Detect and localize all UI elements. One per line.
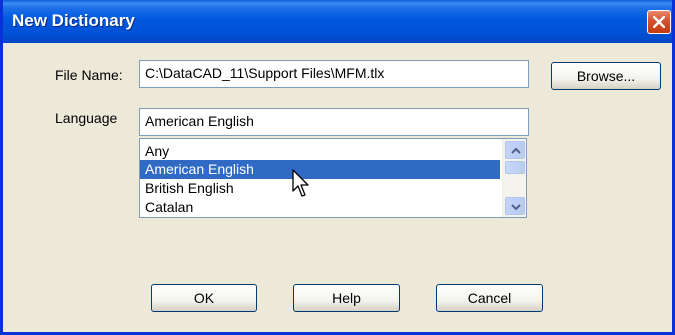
language-list[interactable]: Any American English British English Cat… <box>139 138 527 218</box>
list-item[interactable]: Any <box>140 142 500 161</box>
title-bar[interactable]: New Dictionary <box>3 0 672 43</box>
list-item[interactable]: British English <box>140 179 500 198</box>
close-icon <box>653 16 665 28</box>
cancel-button[interactable]: Cancel <box>436 284 543 312</box>
scroll-thumb[interactable] <box>505 161 525 174</box>
ok-button[interactable]: OK <box>151 284 257 312</box>
window-title: New Dictionary <box>12 11 135 30</box>
close-button[interactable] <box>647 10 671 34</box>
list-item[interactable]: Catalan <box>140 198 500 217</box>
chevron-up-icon <box>511 147 521 154</box>
file-name-label: File Name: <box>55 67 123 83</box>
list-item-selected[interactable]: American English <box>140 160 500 179</box>
scroll-down-button[interactable] <box>505 197 525 215</box>
help-button[interactable]: Help <box>293 284 400 312</box>
mouse-pointer-icon <box>292 169 309 197</box>
scroll-up-button[interactable] <box>505 141 525 159</box>
browse-button[interactable]: Browse... <box>551 62 661 90</box>
chevron-down-icon <box>511 204 521 211</box>
file-name-input[interactable]: C:\DataCAD_11\Support Files\MFM.tlx <box>139 60 529 88</box>
new-dictionary-dialog: New Dictionary File Name: C:\DataCAD_11\… <box>0 0 675 335</box>
language-label: Language <box>55 110 118 126</box>
vertical-scrollbar[interactable] <box>502 139 526 217</box>
language-input[interactable]: American English <box>139 108 529 136</box>
